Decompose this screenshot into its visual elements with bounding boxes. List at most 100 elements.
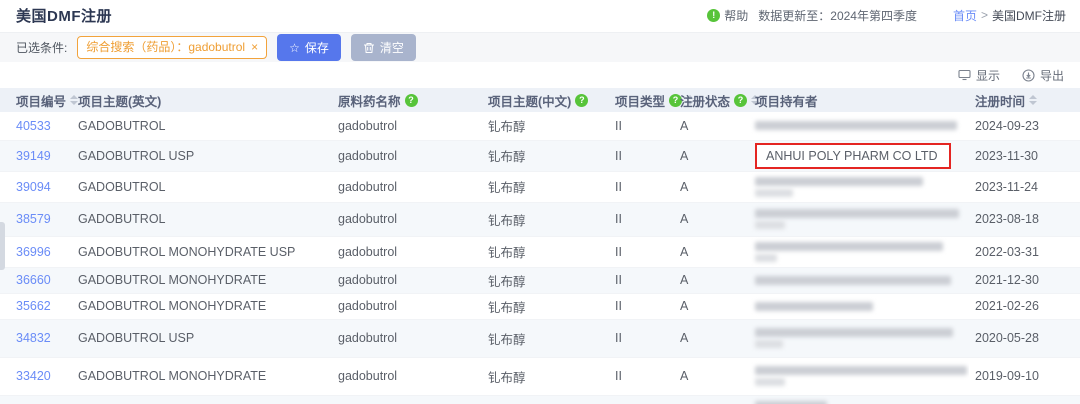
help-icon: ! [707, 9, 720, 22]
type-cell: II [609, 267, 674, 293]
api-cell: gadobutrol [332, 357, 482, 395]
export-label: 导出 [1040, 67, 1064, 84]
project-no-link[interactable]: 36660 [16, 273, 51, 287]
date-cell: 2020-05-28 [969, 319, 1080, 357]
breadcrumb: 首页 > 美国DMF注册 [953, 7, 1066, 24]
col-subject-en: 项目主题(英文) [78, 91, 161, 110]
status-cell: A [674, 171, 749, 202]
date-cell: 1998-07-07 [969, 395, 1080, 404]
col-project-no: 项目编号 [16, 91, 66, 110]
col-reg-date: 注册时间 [975, 91, 1025, 110]
api-cell: gadobutrol [332, 112, 482, 140]
clear-button[interactable]: 清空 [351, 34, 416, 61]
monitor-icon [958, 69, 971, 81]
subject-en-cell: GADOBUTROL USP [72, 140, 332, 171]
data-updated-text: 数据更新至：2024年第四季度 [758, 7, 917, 24]
status-cell: A [674, 293, 749, 319]
selected-conditions-label: 已选条件: [16, 39, 67, 56]
subject-cn-cell: 钆布醇 [482, 293, 609, 319]
date-cell: 2021-12-30 [969, 267, 1080, 293]
us-dmf-registration-page: 美国DMF注册 ! 帮助 数据更新至：2024年第四季度 首页 > 美国DMF注… [0, 0, 1080, 404]
download-circle-icon [1022, 69, 1035, 82]
api-cell: gadobutrol [332, 236, 482, 267]
status-cell: A [674, 236, 749, 267]
col-project-type: 项目类型 [615, 91, 665, 110]
subject-cn-cell: 钆布醇 [482, 267, 609, 293]
subject-cn-cell: 钆布醇 [482, 112, 609, 140]
subject-en-cell: GADOBUTROL [72, 112, 332, 140]
api-name-help-icon[interactable]: ? [405, 94, 418, 107]
filter-bar: 已选条件: 综合搜索（药品）：gadobutrol × ☆ 保存 清空 [0, 32, 1080, 62]
holder-cell: ANHUI POLY PHARM CO LTD [749, 140, 969, 171]
holder-redacted-cell [749, 319, 969, 357]
status-cell: A [674, 202, 749, 236]
type-cell: II [609, 357, 674, 395]
project-no-link[interactable]: 33420 [16, 369, 51, 383]
table-row: 38579 GADOBUTROL gadobutrol 钆布醇 II A 202… [0, 202, 1080, 236]
table-row: 33420 GADOBUTROL MONOHYDRATE gadobutrol … [0, 357, 1080, 395]
status-cell: A [674, 395, 749, 404]
col-subject-cn: 项目主题(中文) [488, 91, 571, 110]
top-bar: 美国DMF注册 ! 帮助 数据更新至：2024年第四季度 首页 > 美国DMF注… [0, 0, 1080, 30]
export-button[interactable]: 导出 [1022, 67, 1064, 84]
filter-tag-close-icon[interactable]: × [251, 40, 258, 54]
save-button[interactable]: ☆ 保存 [277, 34, 341, 61]
type-cell: II [609, 236, 674, 267]
subject-cn-cell: 钆布醇 [482, 202, 609, 236]
subject-cn-cell: 钆布醇 [482, 140, 609, 171]
date-cell: 2021-02-26 [969, 293, 1080, 319]
holder-redacted-cell [749, 293, 969, 319]
filter-tag-gadobutrol[interactable]: 综合搜索（药品）：gadobutrol × [77, 36, 267, 58]
holder-redacted-cell [749, 267, 969, 293]
help-link[interactable]: ! 帮助 [707, 7, 748, 24]
sort-project-no[interactable] [70, 95, 78, 105]
project-no-link[interactable]: 35662 [16, 299, 51, 313]
project-no-link[interactable]: 39149 [16, 149, 51, 163]
table-row: 34832 GADOBUTROL USP gadobutrol 钆布醇 II A… [0, 319, 1080, 357]
api-cell: gadobutrol [332, 395, 482, 404]
subject-en-cell: GADOBUTROL MONOHYDRATE [72, 293, 332, 319]
api-cell: gadobutrol [332, 319, 482, 357]
subject-cn-cell: 钆布醇 [482, 319, 609, 357]
star-icon: ☆ [289, 41, 300, 55]
type-cell: II [609, 293, 674, 319]
table-row: 36996 GADOBUTROL MONOHYDRATE USP gadobut… [0, 236, 1080, 267]
col-holder: 项目持有者 [755, 91, 818, 110]
type-cell: II [609, 112, 674, 140]
holder-redacted-cell [749, 171, 969, 202]
holder-highlight-box: ANHUI POLY PHARM CO LTD [755, 143, 951, 169]
clear-button-label: 清空 [380, 39, 404, 56]
date-cell: 2019-09-10 [969, 357, 1080, 395]
side-drawer-handle[interactable] [0, 222, 5, 270]
holder-redacted-cell [749, 202, 969, 236]
project-no-link[interactable]: 39094 [16, 180, 51, 194]
subject-en-cell: GADOBUTROL MONOHYDRATE [72, 357, 332, 395]
table-row: 13061 GADOBUTROL gadobutrol 钆布醇 II A 199… [0, 395, 1080, 404]
sort-reg-date[interactable] [1029, 95, 1037, 105]
holder-redacted-cell [749, 395, 969, 404]
type-cell: II [609, 395, 674, 404]
table-row: 36660 GADOBUTROL MONOHYDRATE gadobutrol … [0, 267, 1080, 293]
filter-tag-text: 综合搜索（药品）：gadobutrol [86, 40, 245, 54]
project-no-link[interactable]: 40533 [16, 119, 51, 133]
type-cell: II [609, 202, 674, 236]
col-reg-status: 注册状态 [680, 91, 730, 110]
api-cell: gadobutrol [332, 140, 482, 171]
status-cell: A [674, 267, 749, 293]
type-cell: II [609, 319, 674, 357]
type-cell: II [609, 140, 674, 171]
subject-en-cell: GADOBUTROL [72, 395, 332, 404]
project-no-link[interactable]: 34832 [16, 331, 51, 345]
type-cell: II [609, 171, 674, 202]
subject-cn-cell: 钆布醇 [482, 236, 609, 267]
project-no-link[interactable]: 36996 [16, 245, 51, 259]
breadcrumb-home-link[interactable]: 首页 [953, 7, 977, 24]
status-cell: A [674, 140, 749, 171]
project-no-link[interactable]: 38579 [16, 212, 51, 226]
subject-cn-help-icon[interactable]: ? [575, 94, 588, 107]
subject-cn-cell: 钆布醇 [482, 171, 609, 202]
subject-en-cell: GADOBUTROL MONOHYDRATE USP [72, 236, 332, 267]
api-cell: gadobutrol [332, 202, 482, 236]
display-columns-button[interactable]: 显示 [958, 67, 1000, 84]
reg-status-help-icon[interactable]: ? [734, 94, 747, 107]
